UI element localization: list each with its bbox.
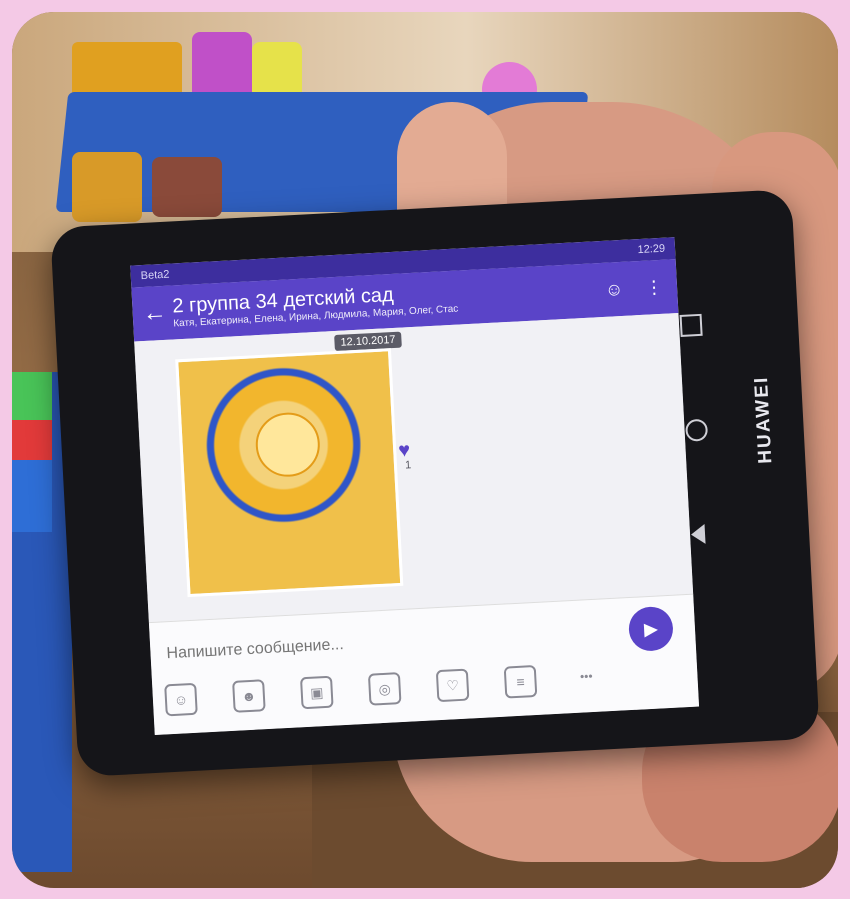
toy-blocks: [12, 372, 52, 532]
toy-yellow: [72, 152, 142, 222]
phone-screen: Beta2 12:29 ← 2 группа 34 детский сад Ка…: [130, 237, 700, 736]
smartphone: HUAWEI Beta2 12:29 ← 2 группа 34 детский…: [50, 188, 820, 778]
composer-tools: ☺ ☻ ▣ ◎ ♡ ≡ •••: [164, 662, 601, 717]
message-input[interactable]: [163, 618, 589, 669]
toy-brown: [152, 157, 222, 217]
more-icon[interactable]: •••: [572, 662, 601, 691]
brand-label: HUAWEI: [750, 375, 777, 465]
status-indicators: 12:29: [637, 242, 666, 257]
emoji-icon[interactable]: ☻: [232, 679, 266, 713]
add-participant-icon[interactable]: ☺: [600, 276, 627, 303]
more-vert-icon[interactable]: ⋮: [640, 274, 667, 301]
send-icon[interactable]: ▶: [627, 605, 675, 653]
camera-icon[interactable]: ◎: [367, 672, 402, 706]
home-icon[interactable]: [685, 418, 709, 442]
file-icon[interactable]: ≡: [503, 664, 538, 699]
chat-area: 12.10.2017 ♥ 1: [134, 313, 694, 624]
sun-face-image: [254, 411, 322, 479]
like-count: 1: [404, 459, 412, 472]
photo-frame: HUAWEI Beta2 12:29 ← 2 группа 34 детский…: [12, 12, 838, 888]
gallery-icon[interactable]: ▣: [299, 675, 334, 710]
back-icon[interactable]: [690, 523, 706, 545]
date-chip: 12.10.2017: [334, 331, 402, 352]
doodle-icon[interactable]: ♡: [435, 668, 470, 703]
sticker-icon[interactable]: ☺: [164, 682, 198, 717]
recent-apps-icon[interactable]: [679, 313, 703, 337]
shared-photo[interactable]: [175, 348, 404, 598]
carrier-label: Beta2: [140, 268, 170, 283]
back-arrow-icon[interactable]: ←: [142, 299, 173, 329]
